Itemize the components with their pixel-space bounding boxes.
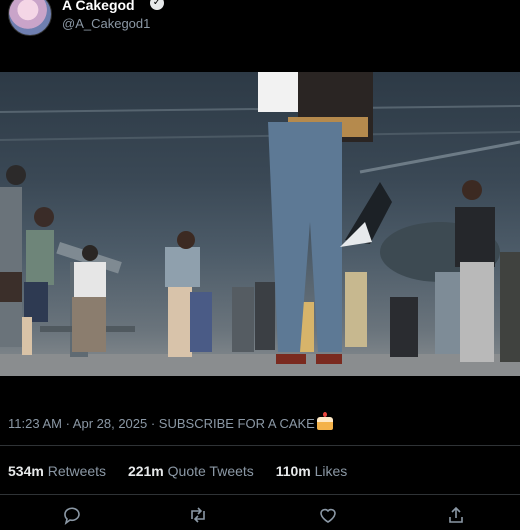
video-scene bbox=[0, 72, 520, 376]
likes-label: Likes bbox=[314, 463, 348, 479]
timestamp-text: 11:23 AM · Apr 28, 2025 · SUBSCRIBE FOR … bbox=[8, 416, 315, 431]
likes-count: 110m bbox=[275, 463, 311, 479]
cake-emoji-icon bbox=[316, 412, 333, 430]
retweets-stat[interactable]: 534m Retweets bbox=[8, 463, 106, 479]
likes-stat[interactable]: 110m Likes bbox=[276, 463, 348, 479]
verified-check-icon: ✓ bbox=[150, 0, 164, 10]
divider bbox=[0, 494, 520, 495]
quotes-count: 221m bbox=[127, 463, 164, 479]
tweet-stats: 534m Retweets 221m Quote Tweets 110m Lik… bbox=[8, 463, 365, 479]
retweets-count: 534m bbox=[8, 463, 44, 479]
reply-icon[interactable] bbox=[62, 505, 82, 525]
like-icon[interactable] bbox=[318, 505, 338, 525]
tweet-actions bbox=[0, 505, 520, 525]
avatar[interactable] bbox=[8, 0, 52, 36]
quote-tweets-stat[interactable]: 221m Quote Tweets bbox=[128, 463, 254, 479]
tweet-header: A Cakegod ✓ @A_Cakegod1 ··· bbox=[0, 0, 520, 60]
display-name[interactable]: A Cakegod bbox=[62, 0, 135, 13]
quotes-label: Quote Tweets bbox=[167, 463, 254, 479]
divider bbox=[0, 445, 520, 446]
tweet-timestamp[interactable]: 11:23 AM · Apr 28, 2025 · SUBSCRIBE FOR … bbox=[8, 412, 333, 431]
more-options-icon[interactable]: ··· bbox=[500, 0, 516, 6]
share-icon[interactable] bbox=[446, 505, 466, 525]
tweet-video-frame[interactable] bbox=[0, 72, 520, 376]
retweets-label: Retweets bbox=[47, 463, 107, 479]
retweet-icon[interactable] bbox=[188, 505, 208, 525]
user-handle[interactable]: @A_Cakegod1 bbox=[62, 16, 150, 31]
